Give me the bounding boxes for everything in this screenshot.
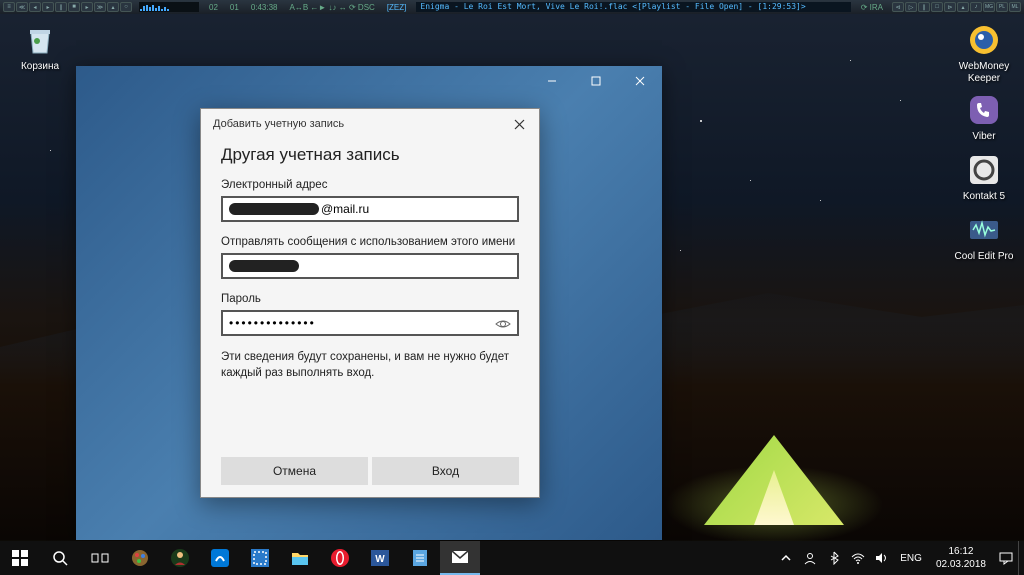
taskbar-app-opera[interactable]: [320, 541, 360, 575]
player-fmt: [ZEZ]: [387, 3, 407, 12]
close-button[interactable]: [618, 67, 662, 95]
player-time: 0:43:38: [251, 3, 278, 12]
svg-text:W: W: [375, 554, 385, 565]
email-domain: @mail.ru: [321, 202, 369, 216]
taskbar: W ENG 16:12 02.03.2018: [0, 541, 1024, 575]
name-field[interactable]: [221, 253, 519, 279]
webmoney-icon[interactable]: WebMoney Keeper: [954, 22, 1014, 85]
name-label: Отправлять сообщения с использованием эт…: [221, 236, 519, 248]
clock-date: 02.03.2018: [936, 558, 986, 571]
add-account-dialog: Добавить учетную запись Другая учетная з…: [200, 108, 540, 498]
player-rate: ⟳ IRA: [861, 3, 883, 12]
viber-icon[interactable]: Viber: [954, 92, 1014, 143]
show-desktop-button[interactable]: [1018, 541, 1024, 575]
action-center-icon[interactable]: [996, 548, 1016, 568]
player-r-pause-icon[interactable]: ∥: [918, 2, 930, 12]
player-r-open-icon[interactable]: ▴: [957, 2, 969, 12]
taskbar-app-notes[interactable]: [400, 541, 440, 575]
taskbar-app-snip[interactable]: [240, 541, 280, 575]
start-button[interactable]: [0, 541, 40, 575]
cooledit-label: Cool Edit Pro: [954, 251, 1014, 263]
player-next-icon[interactable]: ≫: [94, 2, 106, 12]
player-r-next-icon[interactable]: ⊳: [944, 2, 956, 12]
tray-bluetooth-icon[interactable]: [824, 548, 844, 568]
player-rew-icon[interactable]: ◂: [29, 2, 41, 12]
player-r-stop-icon[interactable]: □: [931, 2, 943, 12]
taskbar-app-edge[interactable]: [200, 541, 240, 575]
player-menu-icon[interactable]: ≡: [3, 2, 15, 12]
email-field[interactable]: @mail.ru: [221, 196, 519, 222]
webmoney-label: WebMoney Keeper: [954, 61, 1014, 85]
player-rec-icon[interactable]: ○: [120, 2, 132, 12]
player-r-pl-icon[interactable]: PL: [996, 2, 1008, 12]
dialog-close-button[interactable]: [507, 112, 531, 136]
language-indicator[interactable]: ENG: [894, 553, 928, 564]
minimize-button[interactable]: [530, 67, 574, 95]
tray-volume-icon[interactable]: [872, 548, 892, 568]
tray-people-icon[interactable]: [800, 548, 820, 568]
mail-app-window: Добавить учетную запись Другая учетная з…: [76, 66, 662, 540]
player-pause-icon[interactable]: ∥: [55, 2, 67, 12]
redacted-name: [229, 260, 299, 272]
window-titlebar[interactable]: [76, 66, 662, 96]
player-r-play-icon[interactable]: ▷: [905, 2, 917, 12]
media-player-bar: ≡ ≪ ◂ ▸ ∥ ■ ▸ ≫ ▴ ○ 02 01 0:43:38 A↔B ←►…: [0, 0, 1024, 14]
taskbar-app-paint[interactable]: [120, 541, 160, 575]
player-subtrack: 01: [230, 3, 239, 12]
search-button[interactable]: [40, 541, 80, 575]
player-now-playing[interactable]: Enigma - Le Roi Est Mort, Vive Le Roi!.f…: [416, 2, 850, 12]
player-prev-icon[interactable]: ≪: [16, 2, 28, 12]
clock-time: 16:12: [936, 545, 986, 558]
player-r-vol-icon[interactable]: ♪: [970, 2, 982, 12]
cooledit-icon[interactable]: Cool Edit Pro: [954, 212, 1014, 263]
player-r-mg-icon[interactable]: MG: [983, 2, 995, 12]
kontakt-label: Kontakt 5: [954, 191, 1014, 203]
maximize-button[interactable]: [574, 67, 618, 95]
player-visualizer: [139, 2, 199, 12]
wallpaper-tent: [704, 425, 844, 525]
cancel-button[interactable]: Отмена: [221, 457, 368, 485]
taskbar-app-mail[interactable]: [440, 541, 480, 575]
reveal-password-icon[interactable]: [495, 317, 511, 331]
task-view-button[interactable]: [80, 541, 120, 575]
player-indicators: A↔B ←► ↓♪ ↔ ⟳ DSC: [290, 3, 375, 12]
tray-up-icon[interactable]: [776, 548, 796, 568]
player-play-icon[interactable]: ▸: [42, 2, 54, 12]
taskbar-app-explorer[interactable]: [280, 541, 320, 575]
player-stop-icon[interactable]: ■: [68, 2, 80, 12]
player-r-ml-icon[interactable]: ML: [1009, 2, 1021, 12]
dialog-header: Добавить учетную запись: [213, 118, 344, 130]
taskbar-app-char[interactable]: [160, 541, 200, 575]
hint-text: Эти сведения будут сохранены, и вам не н…: [221, 350, 519, 381]
email-label: Электронный адрес: [221, 179, 519, 191]
submit-button[interactable]: Вход: [372, 457, 519, 485]
player-r-prev-icon[interactable]: ⊲: [892, 2, 904, 12]
player-track-no: 02: [209, 3, 218, 12]
player-fwd-icon[interactable]: ▸: [81, 2, 93, 12]
redacted-email: [229, 203, 319, 215]
dialog-title: Другая учетная запись: [221, 145, 519, 165]
kontakt-icon[interactable]: Kontakt 5: [954, 152, 1014, 203]
tray-wifi-icon[interactable]: [848, 548, 868, 568]
taskbar-app-word[interactable]: W: [360, 541, 400, 575]
password-value: ••••••••••••••: [229, 316, 316, 330]
password-field[interactable]: ••••••••••••••: [221, 310, 519, 336]
player-eject-icon[interactable]: ▴: [107, 2, 119, 12]
password-label: Пароль: [221, 293, 519, 305]
taskbar-clock[interactable]: 16:12 02.03.2018: [928, 545, 994, 571]
recycle-bin-icon[interactable]: Корзина: [10, 22, 70, 73]
viber-label: Viber: [954, 131, 1014, 143]
recycle-bin-label: Корзина: [10, 61, 70, 73]
